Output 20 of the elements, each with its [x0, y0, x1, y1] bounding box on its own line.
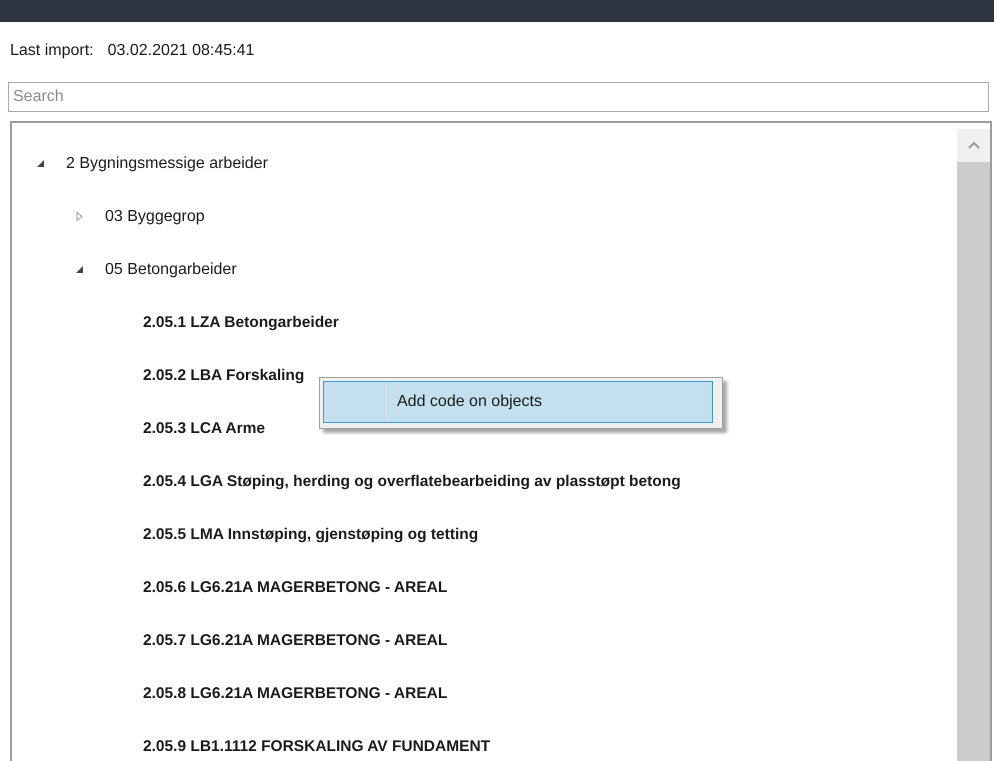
tree-item[interactable]: 2 Bygningsmessige arbeider	[66, 154, 268, 172]
expanded-triangle-icon[interactable]	[36, 159, 45, 168]
expanded-triangle-icon[interactable]	[75, 265, 84, 274]
tree-item[interactable]: 2.05.3 LCA Arme	[143, 420, 266, 438]
menu-item[interactable]: Add code on objects	[323, 381, 713, 423]
last-import-value: 03.02.2021 08:45:41	[108, 42, 254, 61]
scroll-up-icon[interactable]	[968, 141, 980, 149]
tree-item[interactable]: 2.05.5 LMA Innstøping, gjenstøping og tetting	[143, 526, 478, 544]
tree-item[interactable]: 2.05.4 LGA Støping, herding og overflatebearbeiding av plasstøpt betong	[143, 472, 681, 490]
tree-item[interactable]: 2.05.9 LB1.1112 FORSKALING AV FUNDAMENT	[143, 738, 490, 756]
last-import-label: Last import:	[10, 42, 94, 61]
tree-item[interactable]: 05 Betongarbeider	[105, 260, 237, 278]
tree-item[interactable]: 03 Byggegrop	[105, 208, 205, 226]
tree-item[interactable]: 2.05.1 LZA Betongarbeider	[143, 314, 339, 332]
collapsed-triangle-icon[interactable]	[75, 212, 84, 221]
search-field[interactable]: Search	[8, 82, 989, 112]
tree-item[interactable]: 2.05.6 LG6.21A MAGERBETONG - AREAL	[143, 578, 448, 596]
tree-item[interactable]: 2.05.7 LG6.21A MAGERBETONG - AREAL	[143, 632, 448, 650]
tree-item[interactable]: 2.05.8 LG6.21A MAGERBETONG - AREAL	[143, 684, 448, 702]
tree-item[interactable]: 2.05.2 LBA Forskaling	[143, 366, 304, 384]
